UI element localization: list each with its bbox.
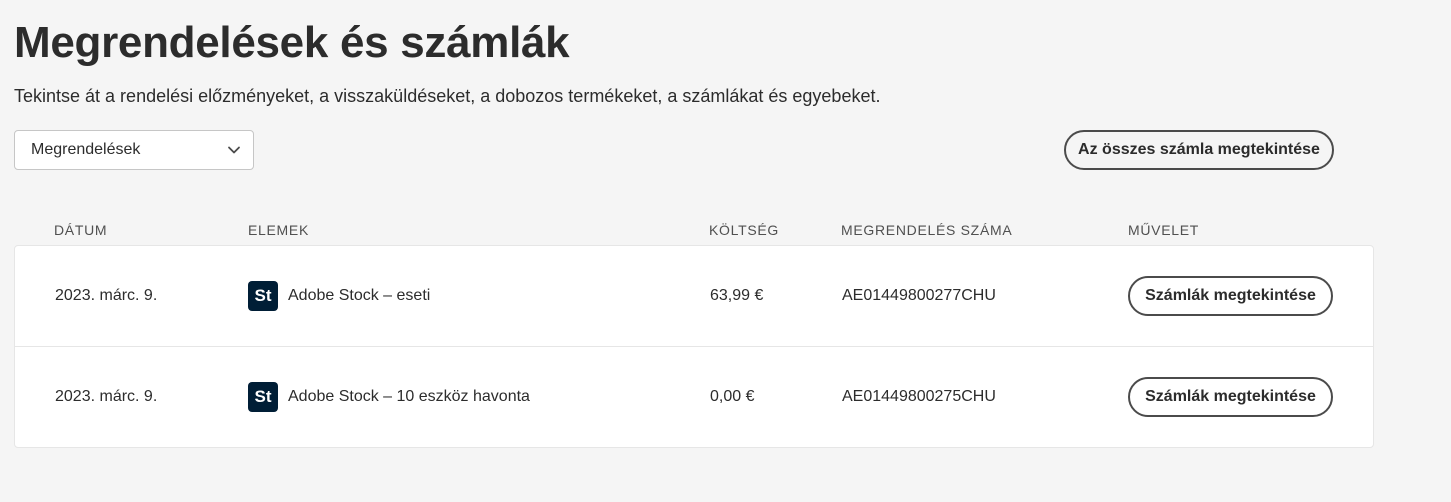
table-row: 2023. márc. 9. St Adobe Stock – 10 eszkö… [15,347,1373,448]
order-item: St Adobe Stock – 10 eszköz havonta [248,347,530,447]
order-number: AE01449800275CHU [842,388,996,405]
adobe-stock-icon: St [248,281,278,311]
order-date: 2023. márc. 9. [55,287,158,304]
page-title: Megrendelések és számlák [14,18,570,67]
order-item: St Adobe Stock – eseti [248,246,430,346]
column-header-order-number: MEGRENDELÉS SZÁMA [841,222,1013,238]
order-cost: 0,00 € [710,388,755,405]
order-cost: 63,99 € [710,287,764,304]
order-type-dropdown[interactable]: Megrendelések [14,130,254,170]
column-header-date: DÁTUM [54,222,108,238]
chevron-down-icon [227,143,241,157]
table-header: DÁTUM ELEMEK KÖLTSÉG MEGRENDELÉS SZÁMA M… [14,222,1374,242]
orders-table: 2023. márc. 9. St Adobe Stock – eseti 63… [14,245,1374,448]
view-invoices-button[interactable]: Számlák megtekintése [1128,276,1333,316]
order-item-name: Adobe Stock – 10 eszköz havonta [288,388,530,405]
order-action: Számlák megtekintése [1128,347,1333,447]
orders-invoices-page: Megrendelések és számlák Tekintse át a r… [0,0,1451,502]
order-action: Számlák megtekintése [1128,246,1333,346]
table-row: 2023. márc. 9. St Adobe Stock – eseti 63… [15,246,1373,347]
column-header-items: ELEMEK [248,222,309,238]
view-all-invoices-button[interactable]: Az összes számla megtekintése [1064,130,1334,170]
order-item-name: Adobe Stock – eseti [288,287,431,304]
order-number: AE01449800277CHU [842,287,996,304]
column-header-cost: KÖLTSÉG [709,222,779,238]
page-subtitle: Tekintse át a rendelési előzményeket, a … [14,86,881,106]
order-date: 2023. márc. 9. [55,388,158,405]
column-header-action: MŰVELET [1128,222,1200,238]
adobe-stock-icon: St [248,382,278,412]
dropdown-selected-value: Megrendelések [31,141,141,158]
view-invoices-button[interactable]: Számlák megtekintése [1128,377,1333,417]
